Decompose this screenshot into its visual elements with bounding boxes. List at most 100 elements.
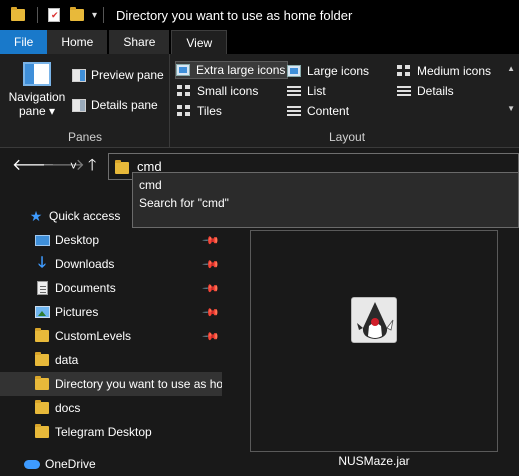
quick-access-toolbar: ✔ ▾ <box>11 0 110 30</box>
divider <box>103 7 105 23</box>
folder-icon <box>34 424 50 439</box>
documents-icon <box>34 281 50 295</box>
file-list: NUSMaze.jar <box>222 196 519 476</box>
preview-pane-button[interactable]: Preview pane <box>72 68 164 82</box>
panes-group: Navigation pane ▾ Preview pane Details p… <box>0 54 170 148</box>
nav-item-label: Directory you want to use as home folder <box>55 377 222 391</box>
layout-tiles[interactable]: Tiles <box>177 102 222 120</box>
ribbon: Navigation pane ▾ Preview pane Details p… <box>0 54 519 148</box>
layout-list[interactable]: List <box>287 82 326 100</box>
layout-item-label: Large icons <box>307 64 370 78</box>
ribbon-tabs: File Home Share View <box>0 30 519 54</box>
nav-item-label: CustomLevels <box>55 329 132 343</box>
layout-small-icons[interactable]: Small icons <box>177 82 258 100</box>
folder-icon <box>34 328 50 343</box>
download-icon: 🡓 <box>38 253 46 271</box>
preview-pane-label: Preview pane <box>91 68 164 82</box>
nav-item-label: OneDrive <box>45 457 96 471</box>
navigation-pane-button[interactable]: Navigation pane ▾ <box>6 62 68 118</box>
navigation-pane: ★ Quick access Desktop 📌 🡓 Downloads 📌 D… <box>0 196 222 476</box>
layout-group-label: Layout <box>329 130 366 144</box>
pin-icon: 📌 <box>201 327 220 346</box>
medium-icons-icon <box>397 65 411 77</box>
recent-locations-icon[interactable]: ˅ <box>70 157 77 175</box>
nav-item-label: docs <box>55 401 81 415</box>
layout-item-label: Tiles <box>197 104 222 118</box>
onedrive-icon <box>24 457 40 471</box>
navigation-pane-icon <box>23 62 51 86</box>
nav-item-pictures[interactable]: Pictures 📌 <box>0 300 222 324</box>
layout-item-label: Extra large icons <box>196 63 286 77</box>
details-pane-icon <box>72 98 86 112</box>
pin-icon: 📌 <box>201 231 220 250</box>
details-icon <box>397 85 411 97</box>
up-icon[interactable]: 🡑 <box>88 157 96 175</box>
tab-share[interactable]: Share <box>109 30 170 54</box>
layout-group: Extra large icons Large icons Medium ico… <box>171 54 519 148</box>
nav-item-customlevels[interactable]: CustomLevels 📌 <box>0 324 222 348</box>
desktop-icon <box>34 233 50 247</box>
layout-extra-large-icons[interactable]: Extra large icons <box>175 61 289 79</box>
preview-pane-icon <box>72 68 86 82</box>
file-tile[interactable] <box>250 230 498 452</box>
window-title: Directory you want to use as home folder <box>116 7 353 23</box>
tab-view[interactable]: View <box>171 30 228 54</box>
layout-scroll-up-icon[interactable]: ▲ <box>507 64 515 73</box>
small-icons-icon <box>177 85 191 97</box>
navigation-pane-label: Navigation pane ▾ <box>8 90 66 118</box>
folder-icon[interactable] <box>11 7 25 21</box>
nav-item-onedrive[interactable]: OneDrive <box>0 452 222 476</box>
pin-icon: 📌 <box>201 279 220 298</box>
tab-file[interactable]: File <box>0 30 48 54</box>
nav-item-docs[interactable]: docs <box>0 396 222 420</box>
pictures-icon <box>34 305 50 319</box>
tiles-icon <box>177 105 191 117</box>
nav-item-label: Pictures <box>55 305 99 319</box>
nav-item-label: Quick access <box>49 209 121 223</box>
details-pane-button[interactable]: Details pane <box>72 98 158 112</box>
large-icons-icon <box>287 65 301 77</box>
divider <box>37 7 38 23</box>
layout-item-label: List <box>307 84 326 98</box>
file-name-label: NUSMaze.jar <box>338 454 410 468</box>
pin-icon: 📌 <box>201 255 220 274</box>
nav-item-label: Downloads <box>55 257 115 271</box>
properties-icon[interactable]: ✔ <box>48 8 60 22</box>
java-jar-icon <box>351 297 397 343</box>
nav-item-label: Documents <box>55 281 116 295</box>
title-bar: ✔ ▾ Directory you want to use as home fo… <box>0 0 519 30</box>
nav-item-documents[interactable]: Documents 📌 <box>0 276 222 300</box>
list-icon <box>287 85 301 97</box>
layout-details[interactable]: Details <box>397 82 454 100</box>
layout-content[interactable]: Content <box>287 102 349 120</box>
folder-icon <box>34 352 50 367</box>
extra-large-icons-icon <box>176 64 190 76</box>
tab-home[interactable]: Home <box>47 30 108 54</box>
folder-icon <box>34 376 50 391</box>
layout-medium-icons[interactable]: Medium icons <box>397 62 491 80</box>
content-icon <box>287 105 301 117</box>
nav-item-label: data <box>55 353 79 367</box>
nav-item-downloads[interactable]: 🡓 Downloads 📌 <box>0 252 222 276</box>
nav-item-data[interactable]: data <box>0 348 222 372</box>
layout-scroll-down-icon[interactable]: ▼ <box>507 104 515 113</box>
nav-item-directory-home[interactable]: Directory you want to use as home folder <box>0 372 222 396</box>
address-suggestions: cmd Search for "cmd" <box>132 172 519 228</box>
suggestion-item[interactable]: cmd <box>133 176 518 194</box>
nav-item-label: Desktop <box>55 233 100 247</box>
qa-dropdown-icon[interactable]: ▾ <box>92 10 97 21</box>
nav-item-desktop[interactable]: Desktop 📌 <box>0 228 222 252</box>
new-folder-icon[interactable] <box>70 7 84 21</box>
forward-icon[interactable]: 🡒 <box>42 157 85 175</box>
star-icon: ★ <box>29 207 43 224</box>
pin-icon: 📌 <box>201 303 220 322</box>
folder-icon <box>34 400 50 415</box>
folder-icon <box>115 159 129 174</box>
nav-item-telegram-desktop[interactable]: Telegram Desktop <box>0 420 222 444</box>
layout-item-label: Medium icons <box>417 64 492 78</box>
panes-group-label: Panes <box>68 130 103 144</box>
details-pane-label: Details pane <box>91 98 158 112</box>
suggestion-item[interactable]: Search for "cmd" <box>133 194 518 212</box>
layout-large-icons[interactable]: Large icons <box>287 62 369 80</box>
layout-item-label: Content <box>307 104 350 118</box>
